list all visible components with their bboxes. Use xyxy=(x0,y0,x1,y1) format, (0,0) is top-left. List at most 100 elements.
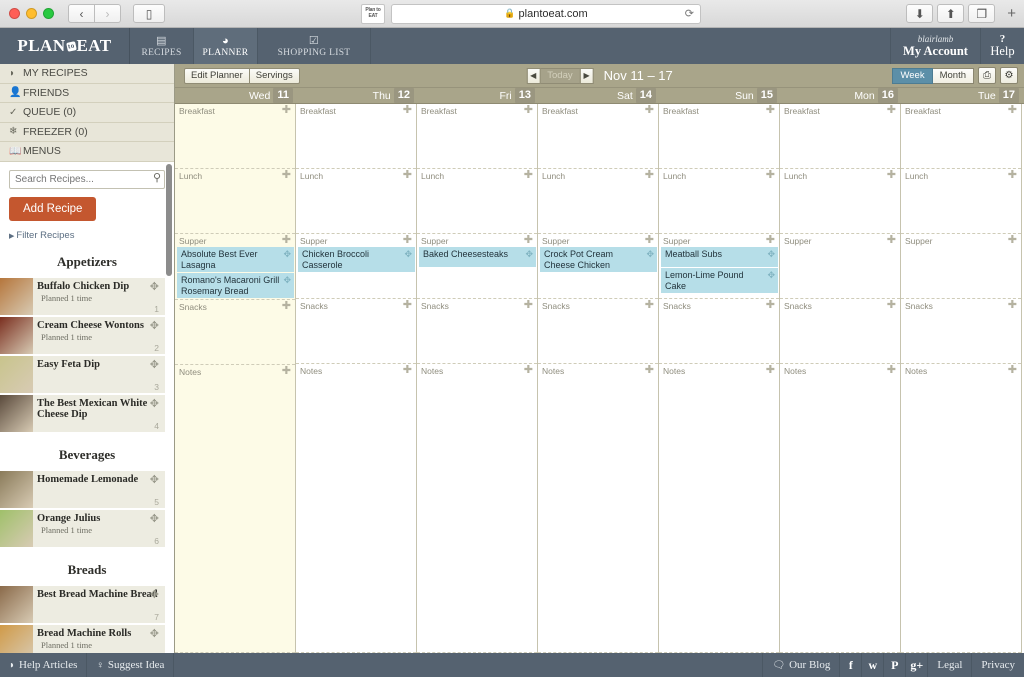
planned-meal-item[interactable]: Crock Pot Cream Cheese Chicken ✥ xyxy=(540,247,657,272)
search-input[interactable] xyxy=(9,169,165,189)
meal-slot-snacks[interactable]: Snacks ✚ xyxy=(659,299,779,364)
meal-slot-breakfast[interactable]: Breakfast ✚ xyxy=(296,104,416,169)
meal-slot-lunch[interactable]: Lunch ✚ xyxy=(417,169,537,234)
maximize-window-button[interactable] xyxy=(43,8,54,19)
plus-icon[interactable]: ✚ xyxy=(766,105,775,116)
move-handle-icon[interactable]: ✥ xyxy=(150,628,159,640)
meal-slot-snacks[interactable]: Snacks ✚ xyxy=(538,299,658,364)
sidebar-item-my-recipes[interactable]: ◗ MY RECIPES xyxy=(0,64,174,84)
plan-to-eat-logo[interactable]: PLAN to EAT xyxy=(0,28,130,64)
meal-slot-breakfast[interactable]: Breakfast ✚ xyxy=(175,104,295,169)
facebook-icon[interactable]: f xyxy=(839,653,861,677)
our-blog-link[interactable]: 🗨 Our Blog xyxy=(762,653,839,677)
plus-icon[interactable]: ✚ xyxy=(524,365,533,376)
plus-icon[interactable]: ✚ xyxy=(1008,105,1017,116)
gear-icon[interactable]: ⚙ xyxy=(1000,67,1018,84)
view-week-button[interactable]: Week xyxy=(892,67,933,84)
meal-slot-breakfast[interactable]: Breakfast ✚ xyxy=(538,104,658,169)
minimize-window-button[interactable] xyxy=(26,8,37,19)
privacy-link[interactable]: Privacy xyxy=(971,653,1024,677)
meal-slot-lunch[interactable]: Lunch ✚ xyxy=(296,169,416,234)
meal-slot-notes[interactable]: Notes ✚ xyxy=(901,364,1021,653)
meal-slot-lunch[interactable]: Lunch ✚ xyxy=(175,169,295,234)
plus-icon[interactable]: ✚ xyxy=(887,105,896,116)
tabs-overview-icon[interactable]: ❐ xyxy=(968,4,996,23)
move-handle-icon[interactable]: ✥ xyxy=(150,359,159,371)
meal-slot-snacks[interactable]: Snacks ✚ xyxy=(780,299,900,364)
meal-slot-breakfast[interactable]: Breakfast ✚ xyxy=(659,104,779,169)
plus-icon[interactable]: ✚ xyxy=(645,365,654,376)
nav-tab-planner[interactable]: ◕ PLANNER xyxy=(194,28,258,64)
meal-slot-lunch[interactable]: Lunch ✚ xyxy=(659,169,779,234)
plus-icon[interactable]: ✚ xyxy=(403,235,412,246)
close-window-button[interactable] xyxy=(9,8,20,19)
meal-slot-supper[interactable]: Supper ✚ Crock Pot Cream Cheese Chicken ✥ xyxy=(538,234,658,299)
sidebar-scrollbar[interactable] xyxy=(166,164,172,276)
move-handle-icon[interactable]: ✥ xyxy=(150,589,159,601)
move-handle-icon[interactable]: ✥ xyxy=(404,250,412,259)
sidebar-toggle-icon[interactable]: ▯ xyxy=(133,4,165,23)
meal-slot-lunch[interactable]: Lunch ✚ xyxy=(901,169,1021,234)
move-handle-icon[interactable]: ✥ xyxy=(767,250,775,259)
meal-slot-supper[interactable]: Supper ✚ Absolute Best Ever Lasagna ✥ Romano… xyxy=(175,234,295,300)
meal-slot-notes[interactable]: Notes ✚ xyxy=(417,364,537,653)
meal-slot-breakfast[interactable]: Breakfast ✚ xyxy=(780,104,900,169)
recipe-list-item[interactable]: Easy Feta Dip ✥ 3 xyxy=(0,355,165,394)
meal-slot-notes[interactable]: Notes ✚ xyxy=(175,365,295,653)
planned-meal-item[interactable]: Baked Cheesesteaks ✥ xyxy=(419,247,536,267)
prev-week-button[interactable]: ◀ xyxy=(526,67,541,84)
plus-icon[interactable]: ✚ xyxy=(766,300,775,311)
recipe-list-item[interactable]: Cream Cheese Wontons Planned 1 time ✥ 2 xyxy=(0,316,165,355)
recipe-list-item[interactable]: Bread Machine RollsPlanned 1 time✥8 xyxy=(0,624,165,653)
plus-icon[interactable]: ✚ xyxy=(403,365,412,376)
plus-icon[interactable]: ✚ xyxy=(645,105,654,116)
nav-tab-recipes[interactable]: ▤ RECIPES xyxy=(130,28,194,64)
plus-icon[interactable]: ✚ xyxy=(887,365,896,376)
meal-slot-notes[interactable]: Notes ✚ xyxy=(538,364,658,653)
my-account-button[interactable]: blairlamb My Account xyxy=(890,28,980,64)
plus-icon[interactable]: ✚ xyxy=(403,300,412,311)
magnifier-icon[interactable]: ⚲ xyxy=(153,171,161,184)
move-handle-icon[interactable]: ✥ xyxy=(150,398,159,410)
plus-icon[interactable]: ✚ xyxy=(645,300,654,311)
recipe-list-item[interactable]: Best Bread Machine Bread ✥ 7 xyxy=(0,585,165,624)
printer-icon[interactable]: ⎙ xyxy=(978,67,996,84)
sidebar-item-freezer[interactable]: ❄ FREEZER (0) xyxy=(0,122,174,142)
plus-icon[interactable]: ✚ xyxy=(403,170,412,181)
plus-icon[interactable]: ✚ xyxy=(887,170,896,181)
meal-slot-breakfast[interactable]: Breakfast ✚ xyxy=(417,104,537,169)
meal-slot-lunch[interactable]: Lunch ✚ xyxy=(780,169,900,234)
plus-icon[interactable]: ✚ xyxy=(282,366,291,377)
plus-icon[interactable]: ✚ xyxy=(766,235,775,246)
pinterest-icon[interactable]: P xyxy=(883,653,905,677)
meal-slot-supper[interactable]: Supper ✚ xyxy=(780,234,900,299)
help-articles-link[interactable]: ◗ Help Articles xyxy=(0,653,88,677)
move-handle-icon[interactable]: ✥ xyxy=(150,281,159,293)
move-handle-icon[interactable]: ✥ xyxy=(150,474,159,486)
today-button[interactable]: Today xyxy=(540,67,580,84)
new-tab-button[interactable]: + xyxy=(1003,5,1020,22)
plus-icon[interactable]: ✚ xyxy=(766,365,775,376)
meal-slot-supper[interactable]: Supper ✚ Baked Cheesesteaks ✥ xyxy=(417,234,537,299)
reload-icon[interactable]: ⟳ xyxy=(685,7,694,20)
meal-slot-notes[interactable]: Notes ✚ xyxy=(296,364,416,653)
plus-icon[interactable]: ✚ xyxy=(524,235,533,246)
next-week-button[interactable]: ▶ xyxy=(579,67,594,84)
meal-slot-lunch[interactable]: Lunch ✚ xyxy=(538,169,658,234)
meal-slot-snacks[interactable]: Snacks ✚ xyxy=(296,299,416,364)
sidebar-item-friends[interactable]: 👤 FRIENDS xyxy=(0,83,174,103)
sidebar-item-menus[interactable]: 📖 MENUS xyxy=(0,142,174,162)
plus-icon[interactable]: ✚ xyxy=(766,170,775,181)
meal-slot-supper[interactable]: Supper ✚ Meatball Subs ✥ Lemon-Lime Pound Ca… xyxy=(659,234,779,299)
move-handle-icon[interactable]: ✥ xyxy=(150,320,159,332)
move-handle-icon[interactable]: ✥ xyxy=(283,250,291,259)
planned-meal-item[interactable]: Absolute Best Ever Lasagna ✥ xyxy=(177,247,294,272)
forward-button[interactable]: › xyxy=(94,4,121,23)
move-handle-icon[interactable]: ✥ xyxy=(150,513,159,525)
googleplus-icon[interactable]: g+ xyxy=(905,653,927,677)
servings-button[interactable]: Servings xyxy=(249,67,300,84)
planned-meal-item[interactable]: Chicken Broccoli Casserole ✥ xyxy=(298,247,415,272)
planned-meal-item[interactable]: Romano's Macaroni Grill Rosemary Bread ✥ xyxy=(177,273,294,298)
help-button[interactable]: ? Help xyxy=(980,28,1024,64)
recipe-list-item[interactable]: Buffalo Chicken Dip Planned 1 time ✥ 1 xyxy=(0,277,165,316)
